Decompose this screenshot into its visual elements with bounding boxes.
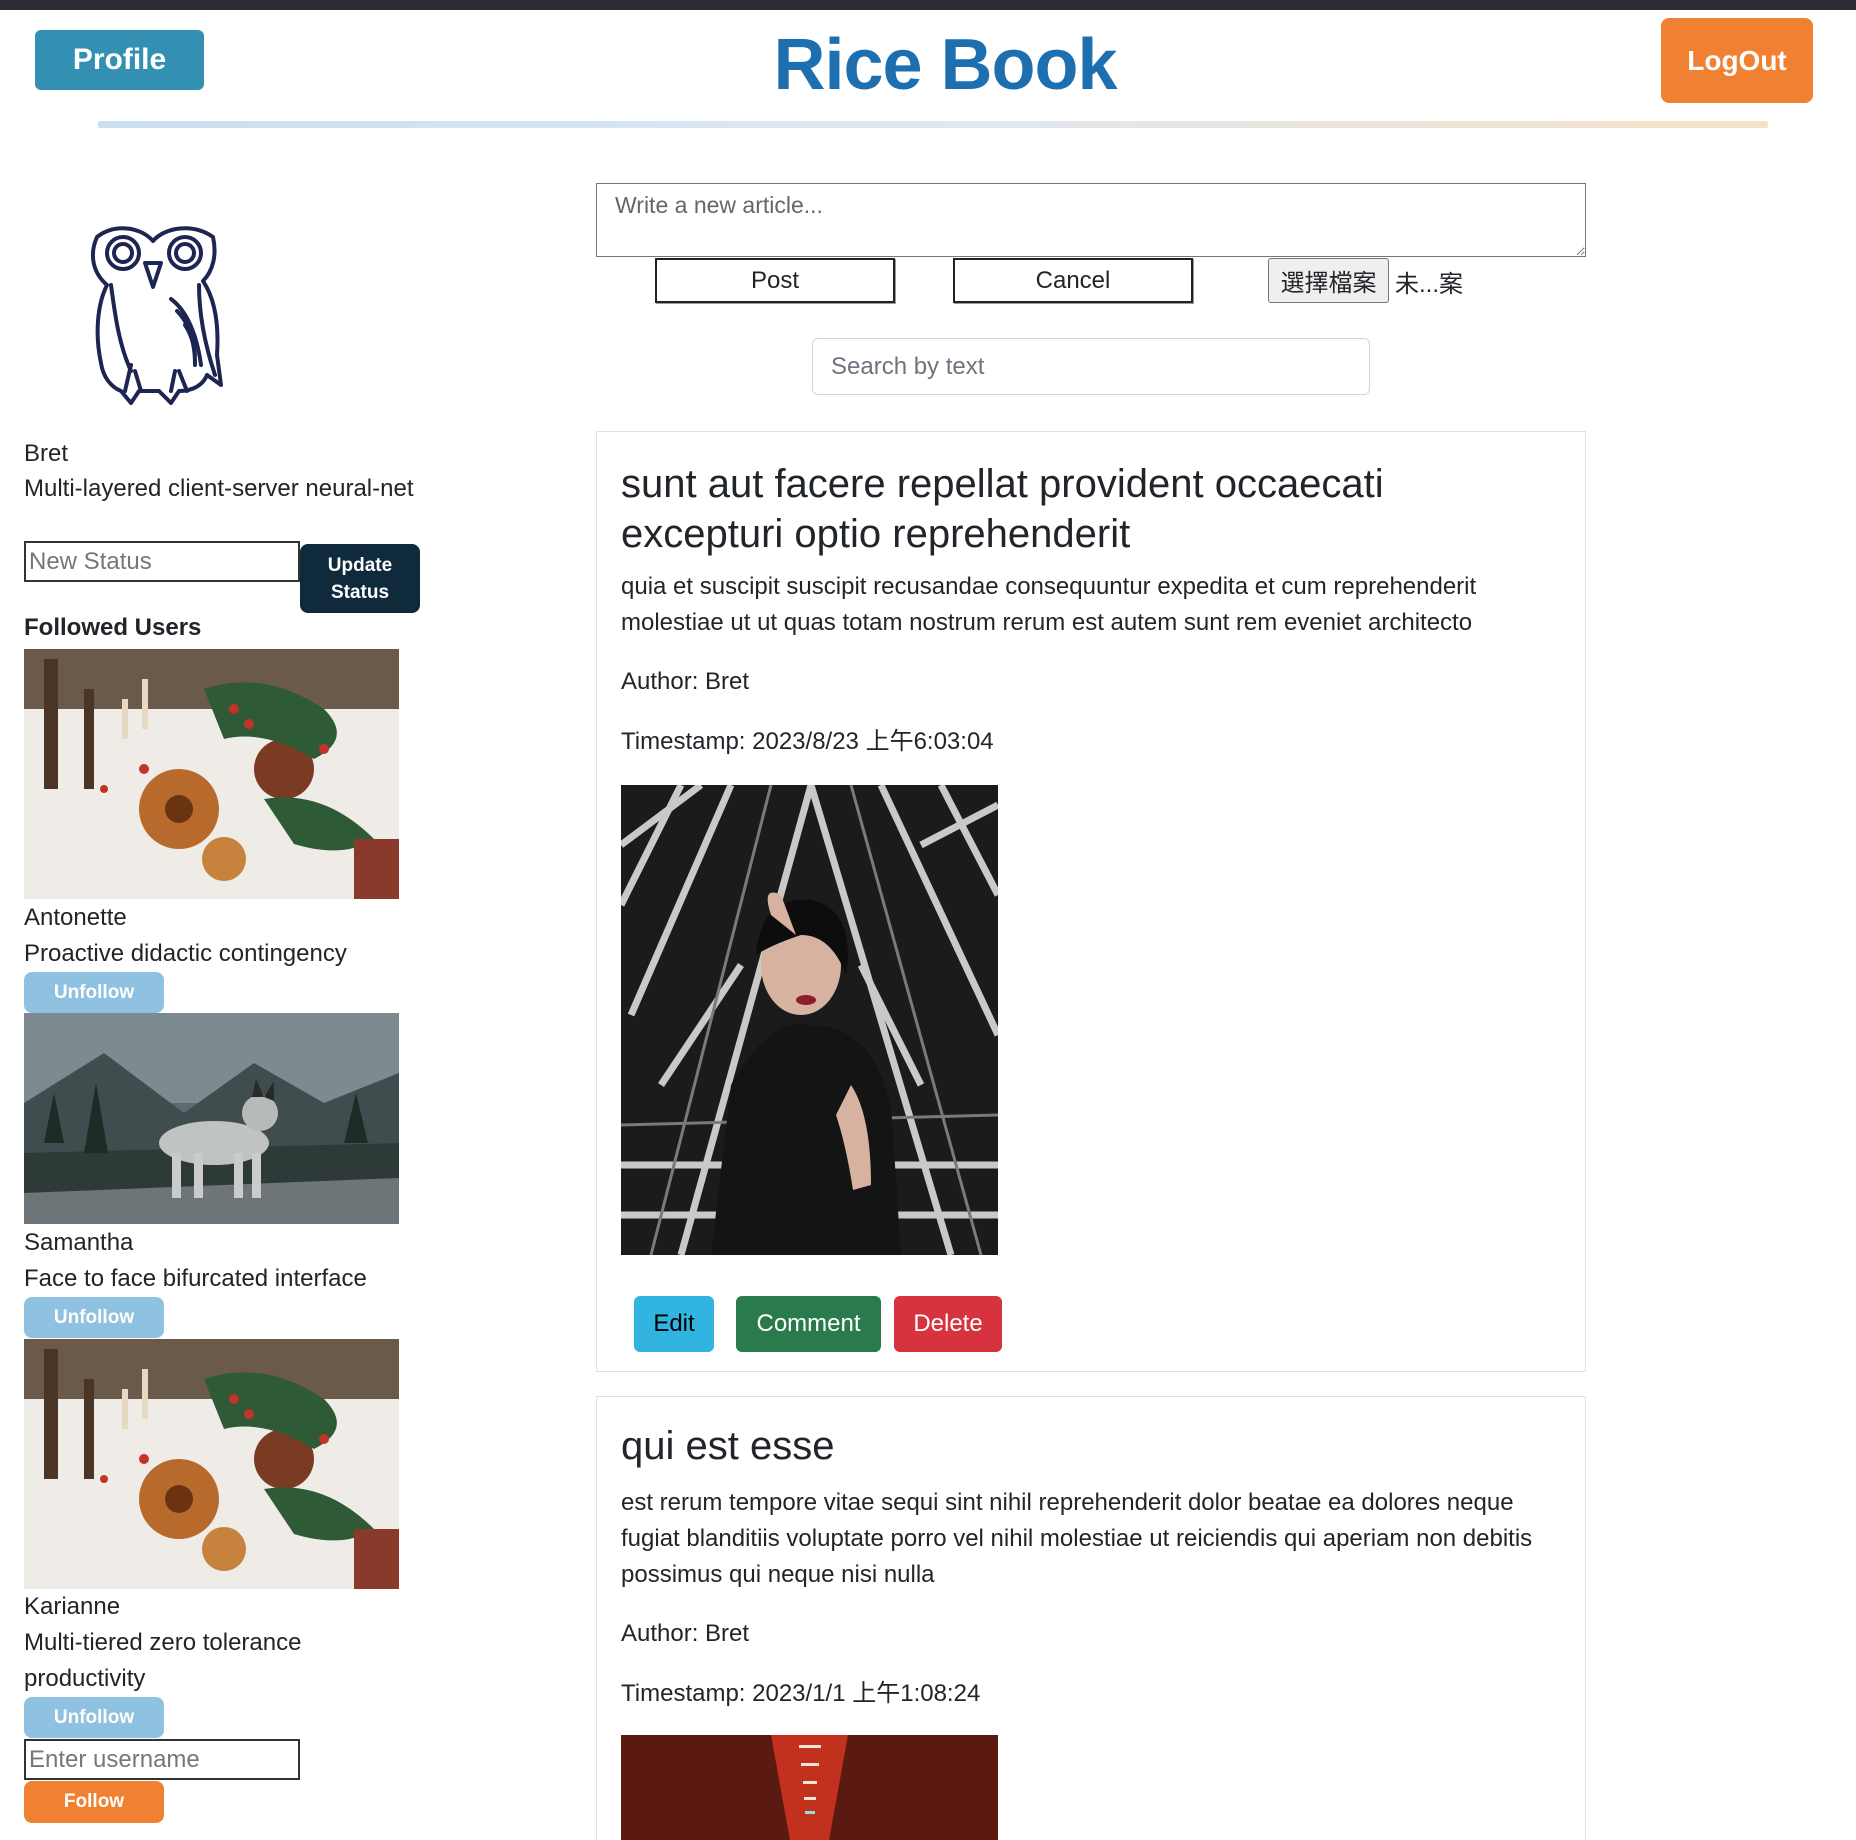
file-status-text: 未...案: [1395, 271, 1464, 298]
article-image: [621, 1735, 998, 1840]
search-input[interactable]: [812, 338, 1370, 395]
choose-file-button[interactable]: 選擇檔案: [1268, 258, 1389, 303]
followed-users-heading: Followed Users: [24, 614, 202, 641]
article-body: est rerum tempore vitae sequi sint nihil…: [621, 1489, 1533, 1588]
followed-user-name: Samantha: [24, 1229, 134, 1256]
article-timestamp: Timestamp: 2023/1/1 上午1:08:24: [621, 1680, 981, 1707]
follow-button[interactable]: Follow: [24, 1781, 164, 1823]
followed-user-status: Face to face bifurcated interface: [24, 1265, 367, 1292]
article-author: Author: Bret: [621, 1620, 750, 1647]
article-body: quia et suscipit suscipit recusandae con…: [621, 573, 1477, 636]
cancel-button[interactable]: Cancel: [953, 258, 1193, 303]
delete-button[interactable]: Delete: [894, 1296, 1002, 1352]
post-button[interactable]: Post: [655, 258, 895, 303]
user-name: Bret: [24, 440, 69, 467]
header-divider: [98, 121, 1768, 128]
logout-button[interactable]: LogOut: [1661, 18, 1813, 103]
article-author: Author: Bret: [621, 668, 750, 695]
followed-user-status: Proactive didactic contingency: [24, 940, 347, 967]
window-top-bar: [0, 0, 1856, 10]
followed-user-name: Antonette: [24, 904, 127, 931]
article-card: qui est esse est rerum tempore vitae seq…: [596, 1396, 1586, 1840]
user-status: Multi-layered client-server neural-net: [24, 475, 414, 502]
article-timestamp: Timestamp: 2023/8/23 上午6:03:04: [621, 728, 994, 755]
unfollow-button[interactable]: Unfollow: [24, 972, 164, 1013]
followed-user-avatar: [24, 1339, 399, 1589]
follow-username-input[interactable]: [24, 1739, 300, 1780]
update-status-button[interactable]: Update Status: [300, 544, 420, 613]
followed-user-avatar: [24, 649, 399, 899]
owl-icon: [75, 215, 235, 405]
edit-button[interactable]: Edit: [634, 1296, 714, 1352]
article-card: sunt aut facere repellat provident occae…: [596, 431, 1586, 1372]
unfollow-button[interactable]: Unfollow: [24, 1297, 164, 1338]
article-title: sunt aut facere repellat provident occae…: [621, 462, 1384, 556]
followed-user-avatar: [24, 1013, 399, 1224]
article-image: [621, 785, 998, 1255]
new-status-input[interactable]: [24, 541, 300, 582]
unfollow-button[interactable]: Unfollow: [24, 1697, 164, 1738]
comment-button[interactable]: Comment: [736, 1296, 881, 1352]
followed-user-name: Karianne: [24, 1593, 121, 1620]
followed-user-status: Multi-tiered zero tolerance productivity: [24, 1629, 302, 1692]
article-title: qui est esse: [621, 1424, 835, 1468]
app-title: Rice Book: [773, 25, 1117, 105]
new-article-textarea[interactable]: [596, 183, 1586, 257]
